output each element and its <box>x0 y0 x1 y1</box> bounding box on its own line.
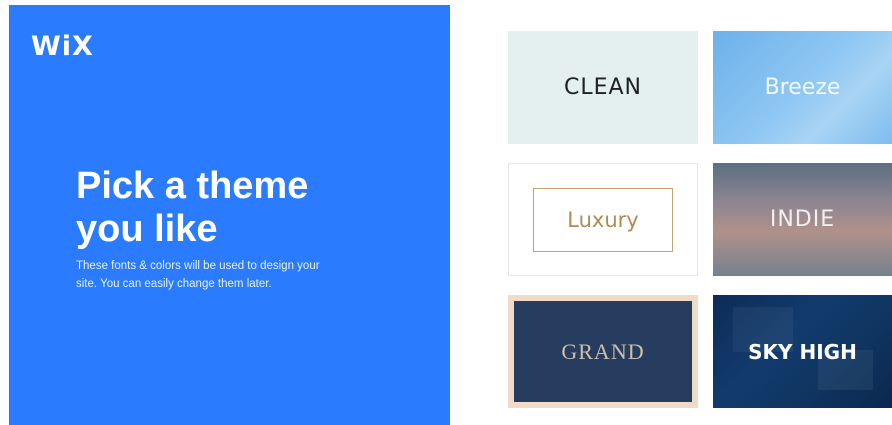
theme-card-breeze[interactable]: Breeze <box>713 31 892 144</box>
description-line-2: site. You can easily change them later. <box>76 278 272 290</box>
theme-card-grand[interactable]: GRAND <box>508 295 698 408</box>
theme-label-breeze: Breeze <box>764 75 841 100</box>
page-title: Pick a theme you like <box>76 165 308 251</box>
description-line-1: These fonts & colors will be used to des… <box>76 260 320 272</box>
grand-inner-panel: GRAND <box>514 301 692 402</box>
theme-card-sky-high[interactable]: SKY HIGH <box>713 295 892 408</box>
wix-logo: WiX <box>31 31 94 62</box>
theme-label-grand: GRAND <box>561 338 645 364</box>
theme-label-clean: CLEAN <box>563 75 643 100</box>
theme-label-sky-high: SKY HIGH <box>748 339 857 364</box>
headline-line-1: Pick a theme <box>76 165 309 207</box>
description: These fonts & colors will be used to des… <box>76 257 376 293</box>
theme-card-clean[interactable]: CLEAN <box>508 31 698 144</box>
theme-card-luxury[interactable]: Luxury <box>508 163 698 276</box>
headline-line-2: you like <box>76 208 218 250</box>
luxury-frame: Luxury <box>533 187 673 252</box>
theme-label-luxury: Luxury <box>567 207 639 232</box>
theme-card-indie[interactable]: INDIE <box>713 163 892 276</box>
theme-label-indie: INDIE <box>769 207 836 232</box>
intro-panel: WiX Pick a theme you like These fonts & … <box>9 5 450 425</box>
